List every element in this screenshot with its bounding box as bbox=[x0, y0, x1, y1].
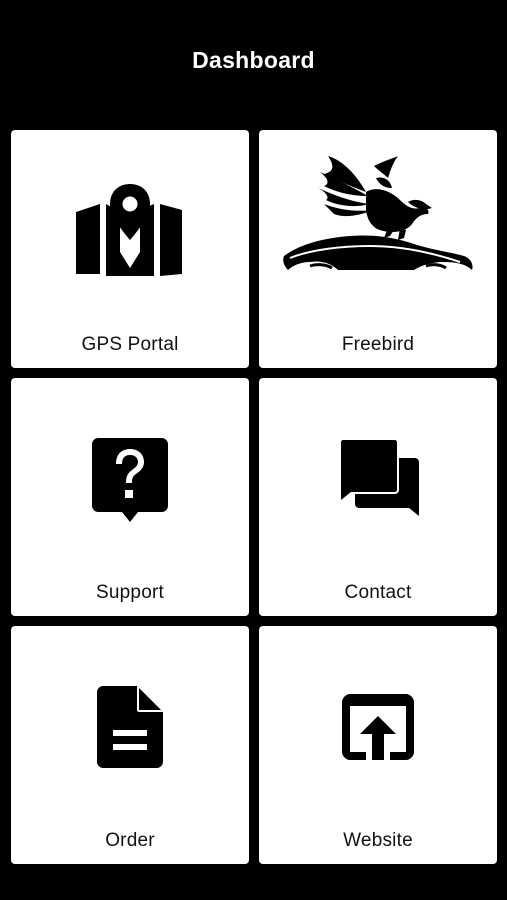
website-tile[interactable]: Website bbox=[259, 626, 497, 864]
support-tile[interactable]: Support bbox=[11, 378, 249, 616]
map-pin-icon bbox=[11, 182, 249, 278]
gps-portal-tile[interactable]: GPS Portal bbox=[11, 130, 249, 368]
app-header: Dashboard bbox=[0, 0, 507, 118]
contact-tile[interactable]: Contact bbox=[259, 378, 497, 616]
tile-label: GPS Portal bbox=[81, 334, 179, 355]
tile-label: Contact bbox=[344, 582, 412, 603]
tile-label: Website bbox=[343, 830, 413, 851]
chat-bubbles-icon bbox=[259, 438, 497, 518]
open-in-browser-icon bbox=[259, 694, 497, 760]
tile-label: Freebird bbox=[341, 334, 415, 355]
page-title: Dashboard bbox=[192, 46, 315, 73]
tile-label: Support bbox=[96, 582, 164, 603]
tile-label: Order bbox=[105, 830, 155, 851]
document-icon bbox=[11, 686, 249, 768]
question-bubble-icon bbox=[11, 438, 249, 524]
order-tile[interactable]: Order bbox=[11, 626, 249, 864]
freebird-tile[interactable]: Freebird bbox=[259, 130, 497, 368]
eagle-car-logo bbox=[259, 152, 497, 284]
